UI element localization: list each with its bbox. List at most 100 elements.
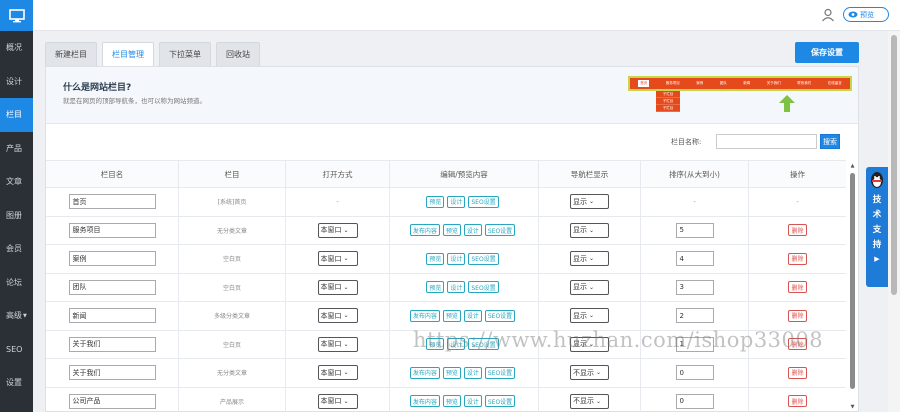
open-mode-select[interactable]: 本窗口 ⌄ xyxy=(317,393,358,409)
nav-display-select[interactable]: 显示 ⌄ xyxy=(570,251,609,267)
tab-item[interactable]: 下拉菜单 xyxy=(159,42,211,66)
publish-content-button[interactable]: 发布内容 xyxy=(409,224,440,237)
delete-button[interactable]: 删除 xyxy=(788,224,807,237)
order-cell: 0 xyxy=(641,387,749,412)
sort-order-input[interactable]: 2 xyxy=(675,308,714,324)
column-name-input[interactable]: 新闻 xyxy=(68,308,156,324)
monitor-logo-icon[interactable] xyxy=(0,0,33,31)
sort-order-input[interactable]: 5 xyxy=(675,222,714,238)
delete-button[interactable]: 删除 xyxy=(788,309,807,322)
design-button[interactable]: 设计 xyxy=(447,281,466,294)
open-mode-select[interactable]: 本窗口 ⌄ xyxy=(317,251,358,267)
column-header: 打开方式 xyxy=(286,161,390,187)
type-cell: 多级分类文章 xyxy=(179,302,286,330)
scroll-down-icon[interactable]: ▼ xyxy=(847,402,858,412)
nav-display-select[interactable]: 不显示 ⌄ xyxy=(570,393,609,409)
design-button[interactable]: 设计 xyxy=(463,309,482,322)
design-button[interactable]: 设计 xyxy=(463,366,482,379)
sort-order-input[interactable]: 0 xyxy=(675,393,714,409)
nav-display-select[interactable]: 显示 ⌄ xyxy=(570,308,609,324)
sidebar-item[interactable]: 论坛 xyxy=(0,266,33,300)
seo-settings-button[interactable]: SEO设置 xyxy=(484,309,516,322)
nav-display-select[interactable]: 不显示 ⌄ xyxy=(570,365,609,381)
page-scrollbar[interactable] xyxy=(888,31,900,412)
column-type: 多级分类文章 xyxy=(213,313,250,321)
tab-item[interactable]: 回收站 xyxy=(216,42,260,66)
column-name-input[interactable]: 公司产品 xyxy=(68,393,156,409)
nav-display-value: 不显示 xyxy=(573,397,594,406)
delete-button[interactable]: 删除 xyxy=(788,252,807,265)
scroll-up-icon[interactable]: ▲ xyxy=(847,161,858,171)
open-mode-cell: 本窗口 ⌄ xyxy=(286,273,390,301)
seo-settings-button[interactable]: SEO设置 xyxy=(468,195,499,208)
sidebar-item[interactable]: 文章 xyxy=(0,165,33,199)
column-name-input[interactable]: 团队 xyxy=(68,279,156,295)
seo-settings-button[interactable]: SEO设置 xyxy=(484,224,516,237)
sidebar-item[interactable]: 设计 xyxy=(0,65,33,99)
sidebar-item[interactable]: 产品 xyxy=(0,132,33,166)
design-button[interactable]: 设计 xyxy=(447,252,466,265)
delete-button[interactable]: 删除 xyxy=(788,281,807,294)
nav-display-select[interactable]: 显示 ⌄ xyxy=(570,279,609,295)
column-name-input[interactable]: 案例 xyxy=(68,251,156,267)
sidebar-item[interactable]: 栏目 xyxy=(0,98,33,132)
table-scrollbar[interactable]: ▲ ▼ xyxy=(847,161,858,412)
tech-support-widget[interactable]: 技术支持 ▶ xyxy=(866,167,888,287)
nav-display-cell: 显示 ⌄ xyxy=(539,216,641,244)
open-mode-select[interactable]: 本窗口 ⌄ xyxy=(317,222,358,238)
tab-item[interactable]: 栏目管理 xyxy=(102,42,154,66)
seo-settings-button[interactable]: SEO设置 xyxy=(484,395,516,408)
publish-content-button[interactable]: 发布内容 xyxy=(409,309,440,322)
sidebar-item[interactable]: 会员 xyxy=(0,232,33,266)
open-mode-select[interactable]: 本窗口 ⌄ xyxy=(317,365,358,381)
order-cell: - xyxy=(641,188,749,216)
preview-button[interactable]: 预览 xyxy=(442,395,461,408)
nav-display-select[interactable]: 显示 ⌄ xyxy=(570,222,609,238)
delete-button[interactable]: 删除 xyxy=(788,366,807,379)
column-name-input[interactable]: 首页 xyxy=(68,194,156,210)
sidebar-item[interactable]: 图册 xyxy=(0,199,33,233)
sidebar-item[interactable]: SEO xyxy=(0,333,33,367)
design-button[interactable]: 设计 xyxy=(463,395,482,408)
preview-button[interactable]: 预览 xyxy=(442,224,461,237)
page-scrollbar-thumb[interactable] xyxy=(891,35,897,295)
search-button[interactable]: 搜索 xyxy=(820,134,840,149)
open-mode-select[interactable]: 本窗口 ⌄ xyxy=(317,336,358,352)
column-name-input[interactable]: 关于我们 xyxy=(68,365,156,381)
column-name-input[interactable]: 服务项目 xyxy=(68,222,156,238)
design-button[interactable]: 设计 xyxy=(447,195,466,208)
preview-button[interactable]: 预览 xyxy=(843,7,889,22)
save-settings-button[interactable]: 保存设置 xyxy=(795,42,859,63)
seo-settings-button[interactable]: SEO设置 xyxy=(484,366,516,379)
sidebar-item[interactable]: 概况 xyxy=(0,31,33,65)
left-sidebar: 概况 设计 栏目 产品 文章 图册 会员论坛高级 ▼ SEO 设置 xyxy=(0,0,33,412)
seo-settings-button[interactable]: SEO设置 xyxy=(468,252,499,265)
name-cell: 服务项目 xyxy=(46,216,179,244)
sort-order-input[interactable]: 3 xyxy=(675,279,714,295)
sidebar-item[interactable]: 设置 xyxy=(0,366,33,400)
seo-settings-button[interactable]: SEO设置 xyxy=(468,281,499,294)
open-mode-select[interactable]: 本窗口 ⌄ xyxy=(317,279,358,295)
preview-button[interactable]: 预览 xyxy=(442,309,461,322)
open-mode-select[interactable]: 本窗口 ⌄ xyxy=(317,308,358,324)
sort-order-input[interactable]: 0 xyxy=(675,365,714,381)
sidebar-item[interactable]: 高级 ▼ xyxy=(0,299,33,333)
nav-display-select[interactable]: 显示 ⌄ xyxy=(570,194,609,210)
column-name-search-input[interactable] xyxy=(716,134,817,149)
user-icon[interactable] xyxy=(821,8,835,22)
sidebar-item-label: 论坛 xyxy=(6,277,22,287)
preview-button[interactable]: 预览 xyxy=(426,252,445,265)
preview-button[interactable]: 预览 xyxy=(442,366,461,379)
tab-item[interactable]: 新建栏目 xyxy=(45,42,97,66)
nav-display-cell: 显示 ⌄ xyxy=(539,188,641,216)
sort-order-input[interactable]: 4 xyxy=(675,251,714,267)
preview-button[interactable]: 预览 xyxy=(426,281,445,294)
scrollbar-thumb[interactable] xyxy=(850,173,855,389)
demo-nav-item: 案例 xyxy=(696,81,704,85)
design-button[interactable]: 设计 xyxy=(463,224,482,237)
delete-button[interactable]: 删除 xyxy=(788,395,807,408)
preview-button[interactable]: 预览 xyxy=(426,195,445,208)
publish-content-button[interactable]: 发布内容 xyxy=(409,395,440,408)
column-name-input[interactable]: 关于我们 xyxy=(68,336,156,352)
publish-content-button[interactable]: 发布内容 xyxy=(409,366,440,379)
